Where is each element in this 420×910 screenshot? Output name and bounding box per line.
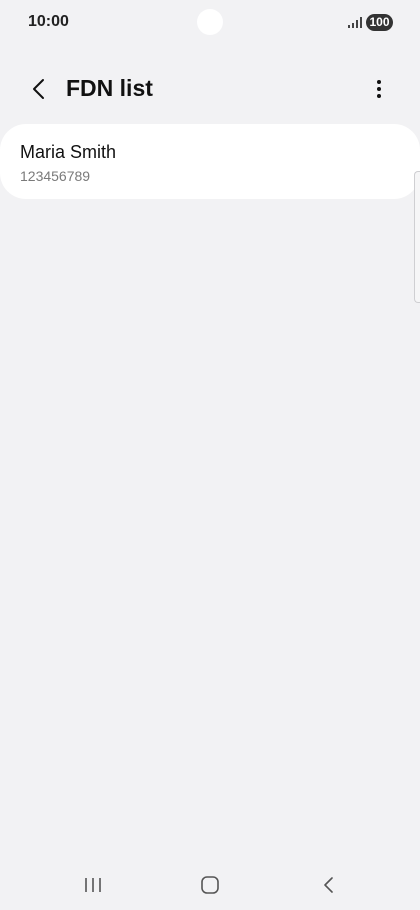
scroll-handle[interactable] bbox=[414, 171, 420, 303]
recents-icon bbox=[85, 878, 101, 892]
chevron-left-icon bbox=[33, 79, 44, 99]
fdn-contact-item[interactable]: Maria Smith 123456789 bbox=[0, 124, 420, 199]
status-time: 10:00 bbox=[28, 13, 69, 30]
recents-button[interactable] bbox=[73, 872, 113, 898]
more-vertical-icon bbox=[377, 80, 381, 98]
navigation-bar bbox=[0, 860, 420, 910]
battery-icon: 100 bbox=[366, 14, 393, 31]
status-bar: 10:00 100 bbox=[0, 0, 420, 46]
battery-level: 100 bbox=[369, 15, 390, 29]
home-button[interactable] bbox=[190, 872, 230, 898]
more-options-button[interactable] bbox=[362, 72, 396, 106]
home-icon bbox=[201, 876, 219, 894]
camera-cutout bbox=[197, 9, 223, 35]
contact-name: Maria Smith bbox=[20, 142, 117, 162]
contact-number: 123456789 bbox=[20, 168, 91, 184]
app-bar: FDN list bbox=[0, 62, 420, 116]
signal-icon bbox=[348, 17, 362, 28]
back-button[interactable] bbox=[22, 72, 56, 106]
page-title: FDN list bbox=[66, 75, 153, 101]
nav-back-button[interactable] bbox=[308, 872, 348, 898]
back-icon bbox=[324, 877, 333, 893]
